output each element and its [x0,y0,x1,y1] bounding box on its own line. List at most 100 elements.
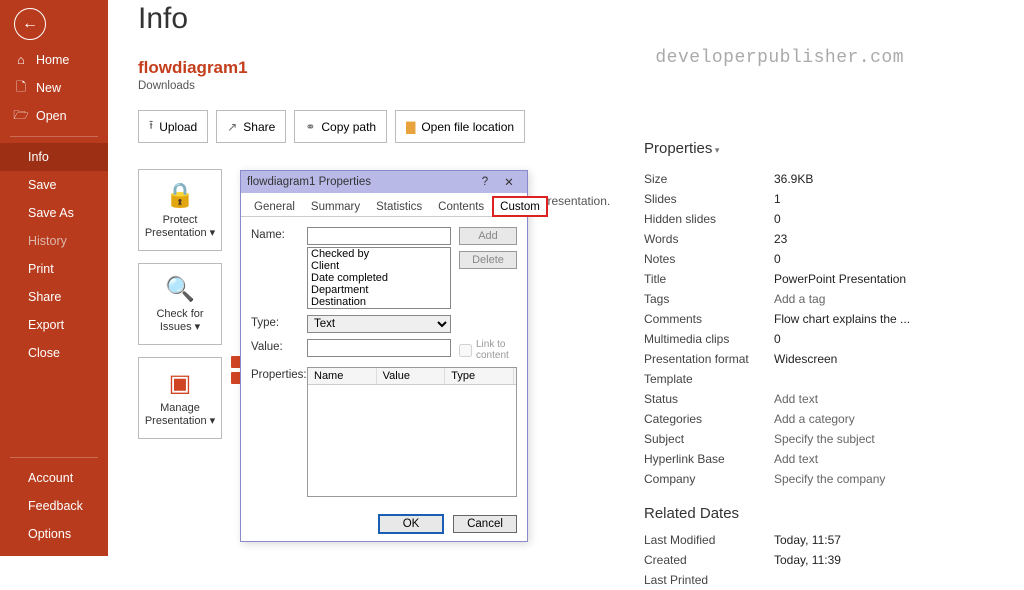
prop-words-value: 23 [774,232,984,246]
ok-button[interactable]: OK [379,515,443,533]
nav-save[interactable]: Save [0,171,108,199]
dialog-title: flowdiagram1 Properties [247,176,473,188]
prop-lp-value [774,573,984,587]
close-icon[interactable]: ✕ [497,175,521,189]
nav-history[interactable]: History [0,227,108,255]
action-bar: ⭱ Upload ↗Share ⚭Copy path ▇Open file loc… [138,110,994,143]
tab-general[interactable]: General [247,197,302,216]
prop-comments-value[interactable]: Flow chart explains the ... [774,312,984,326]
prop-status-value[interactable]: Add text [774,392,984,406]
list-item[interactable]: Date completed [308,272,450,284]
prop-cat-label: Categories [644,412,774,426]
nav-close[interactable]: Close [0,339,108,367]
prop-cat-value[interactable]: Add a category [774,412,984,426]
prop-hidden-label: Hidden slides [644,212,774,226]
list-item[interactable]: Client [308,260,450,272]
open-icon: 🗁 [14,109,28,123]
back-arrow-icon[interactable]: ← [14,8,46,40]
prop-tags-label: Tags [644,292,774,306]
protect-presentation-button[interactable]: 🔒 Protect Presentation ▾ [138,169,222,251]
check-label: Check for Issues ▾ [143,308,217,333]
nav-share[interactable]: Share [0,283,108,311]
list-item[interactable]: Checked by [308,248,450,260]
type-label: Type: [251,315,299,329]
nav-new-label: New [36,81,61,95]
link-checkbox-input[interactable] [459,344,472,357]
dialog-titlebar[interactable]: flowdiagram1 Properties ? ✕ [241,171,527,193]
prop-title-label: Title [644,272,774,286]
upload-icon: ⭱ [149,116,153,137]
value-input[interactable] [307,339,451,357]
list-item[interactable]: Disposition [308,308,450,309]
backstage-sidebar: ← ⌂ Home 🗋 New 🗁Open Info Save Save As His… [0,0,108,556]
nav-print[interactable]: Print [0,255,108,283]
name-input[interactable] [307,227,451,245]
manage-icon: ▣ [169,369,192,398]
help-icon[interactable]: ? [473,176,497,188]
check-issues-button[interactable]: 🔍 Check for Issues ▾ [138,263,222,345]
grid-col-type: Type [445,368,514,384]
folder-icon: ▇ [406,120,415,134]
tab-summary[interactable]: Summary [304,197,367,216]
copypath-label: Copy path [321,120,376,134]
prop-lp-label: Last Printed [644,573,774,587]
upload-label: Upload [159,120,197,134]
prop-hb-value[interactable]: Add text [774,452,984,466]
nav-account[interactable]: Account [0,464,108,492]
upload-button[interactable]: ⭱ Upload [138,110,208,143]
dialog-tabs: General Summary Statistics Contents Cust… [241,193,527,217]
prop-size-label: Size [644,172,774,186]
tab-statistics[interactable]: Statistics [369,197,429,216]
prop-comp-value[interactable]: Specify the company [774,472,984,486]
nav-separator-bottom [10,457,98,458]
tab-custom[interactable]: Custom [493,197,547,216]
nav-feedback[interactable]: Feedback [0,492,108,520]
type-select[interactable]: Text [307,315,451,333]
properties-grid[interactable]: Name Value Type [307,367,517,497]
prop-slides-value: 1 [774,192,984,206]
nav-export[interactable]: Export [0,311,108,339]
nav-open[interactable]: 🗁Open [0,102,108,130]
add-button[interactable]: Add [459,227,517,245]
new-icon: 🗋 [14,81,28,95]
grid-col-value: Value [377,368,446,384]
share-button[interactable]: ↗Share [216,110,286,143]
prop-hidden-value: 0 [774,212,984,226]
list-item[interactable]: Department [308,284,450,296]
list-item[interactable]: Destination [308,296,450,308]
prop-tmpl-label: Template [644,372,774,386]
openloc-button[interactable]: ▇Open file location [395,110,525,143]
nav-home[interactable]: ⌂ Home [0,46,108,74]
prop-mm-label: Multimedia clips [644,332,774,346]
filename: flowdiagram1 [138,58,994,78]
nav-options[interactable]: Options [0,520,108,548]
prop-notes-value: 0 [774,252,984,266]
copypath-button[interactable]: ⚭Copy path [294,110,387,143]
prop-pf-value: Widescreen [774,352,984,366]
manage-presentation-button[interactable]: ▣ Manage Presentation ▾ [138,357,222,439]
prop-cr-value: Today, 11:39 [774,553,984,567]
nav-info[interactable]: Info [0,143,108,171]
inspect-icon: 🔍 [165,275,195,304]
share-icon: ↗ [227,120,237,134]
prop-cr-label: Created [644,553,774,567]
prop-tags-value[interactable]: Add a tag [774,292,984,306]
properties-panel: Properties Size36.9KB Slides1 Hidden sli… [644,140,984,590]
props-label: Properties: [251,367,299,381]
nav-new[interactable]: 🗋 New [0,74,108,102]
link-checkbox[interactable]: Link to content [459,339,517,361]
name-listbox[interactable]: Checked by Client Date completed Departm… [307,247,451,309]
cancel-button[interactable]: Cancel [453,515,517,533]
prop-subj-label: Subject [644,432,774,446]
home-icon: ⌂ [14,53,28,67]
prop-title-value[interactable]: PowerPoint Presentation [774,272,984,286]
delete-button[interactable]: Delete [459,251,517,269]
prop-subj-value[interactable]: Specify the subject [774,432,984,446]
prop-size-value: 36.9KB [774,172,984,186]
prop-tmpl-value [774,372,984,386]
nav-home-label: Home [36,53,69,67]
properties-header[interactable]: Properties [644,140,984,157]
nav-saveas[interactable]: Save As [0,199,108,227]
tab-contents[interactable]: Contents [431,197,491,216]
manage-label: Manage Presentation ▾ [143,402,217,427]
